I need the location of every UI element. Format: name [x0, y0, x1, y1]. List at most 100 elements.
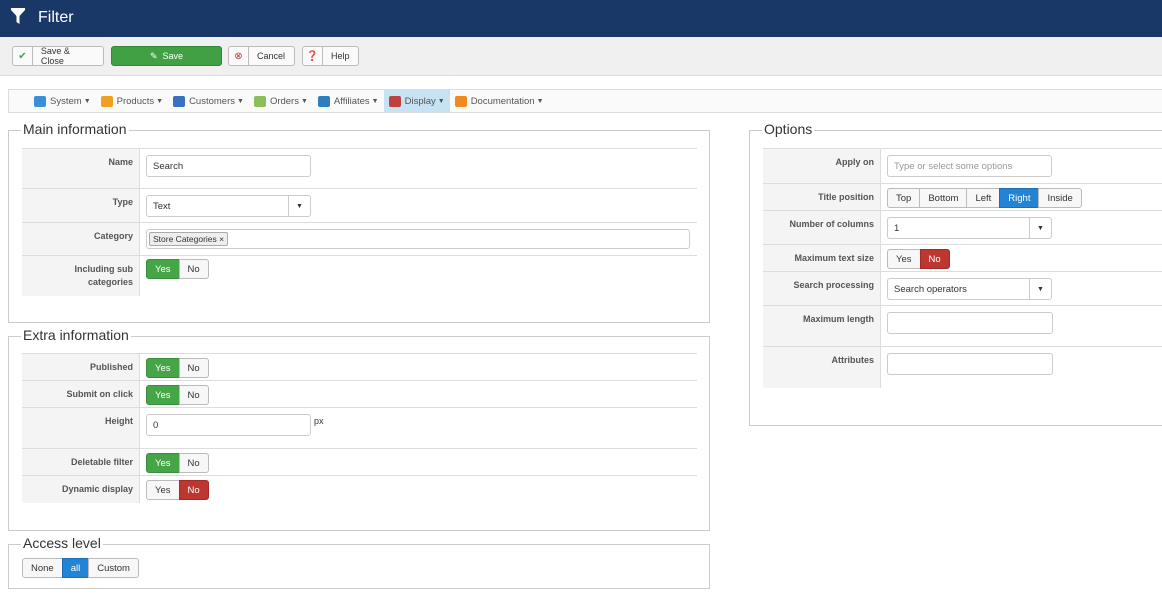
menu-item-system[interactable]: System ▼	[29, 90, 96, 112]
access-custom[interactable]: Custom	[88, 558, 139, 578]
caret-down-icon: ▼	[156, 97, 164, 105]
position-left[interactable]: Left	[966, 188, 1001, 208]
customers-icon	[173, 95, 186, 107]
category-tag: Store Categories ×	[149, 232, 229, 246]
search-processing-label: Search processing	[763, 272, 881, 305]
page-header: Filter	[0, 0, 1162, 37]
published-label: Published	[22, 354, 140, 380]
no-option[interactable]: No	[178, 385, 209, 405]
columns-select[interactable]: 1 ▼	[887, 217, 1052, 239]
access-level-fieldset: Access level None all Custom	[8, 535, 710, 589]
menu-label: Orders	[269, 95, 299, 107]
position-bottom[interactable]: Bottom	[919, 188, 968, 208]
no-option[interactable]: No	[178, 453, 209, 473]
extra-information-fieldset: Extra information Published Yes No Submit…	[8, 327, 710, 531]
documentation-icon	[454, 95, 467, 107]
remove-tag-icon[interactable]: ×	[219, 234, 224, 244]
columns-value: 1	[894, 223, 900, 234]
save-close-button[interactable]: ✔ Save & Close	[12, 46, 104, 66]
attributes-input[interactable]	[887, 353, 1053, 375]
search-processing-select[interactable]: Search operators ▼	[887, 278, 1052, 300]
apply-on-label: Apply on	[763, 149, 881, 183]
max-length-input[interactable]	[887, 312, 1053, 334]
main-information-fieldset: Main information Name Search Type Text ▼ …	[8, 121, 710, 323]
title-position-row: Title position Top Bottom Left Right Inside	[763, 184, 1162, 211]
affiliates-icon	[317, 95, 330, 107]
chevron-down-icon: ▼	[1029, 279, 1051, 299]
search-processing-value: Search operators	[894, 284, 967, 295]
yes-option[interactable]: Yes	[146, 358, 180, 378]
yes-option[interactable]: Yes	[146, 385, 180, 405]
access-level-group[interactable]: None all Custom	[22, 558, 139, 578]
menu-label: Affiliates	[333, 95, 370, 107]
max-text-toggle[interactable]: Yes No	[887, 249, 950, 269]
options-fieldset: Options Apply on Type or select some opt…	[749, 121, 1162, 426]
caret-down-icon: ▼	[237, 97, 244, 105]
published-toggle[interactable]: Yes No	[146, 358, 209, 378]
edit-icon: ✎	[149, 50, 158, 61]
menu-item-customers[interactable]: Customers ▼	[168, 90, 249, 112]
height-input[interactable]: 0	[146, 414, 311, 436]
search-processing-row: Search processing Search operators ▼	[763, 272, 1162, 306]
submit-label: Submit on click	[22, 381, 140, 407]
products-icon	[100, 95, 113, 107]
submit-toggle[interactable]: Yes No	[146, 385, 209, 405]
max-text-label: Maximum text size	[763, 245, 881, 271]
position-inside[interactable]: Inside	[1038, 188, 1082, 208]
cancel-label: Cancel	[257, 51, 286, 61]
help-label: Help	[331, 51, 350, 61]
dynamic-label: Dynamic display	[22, 476, 140, 503]
no-option[interactable]: No	[178, 480, 209, 500]
page-title: Filter	[38, 9, 74, 26]
sub-categories-toggle[interactable]: Yes No	[146, 259, 209, 279]
sub-categories-label: Including sub categories	[22, 256, 140, 296]
menu-item-orders[interactable]: Orders ▼	[249, 90, 313, 112]
cancel-button[interactable]: ⊗ Cancel	[228, 46, 295, 66]
position-top[interactable]: Top	[887, 188, 921, 208]
category-label: Category	[22, 223, 140, 255]
section-title: Main information	[21, 121, 129, 137]
options-table: Apply on Type or select some options Tit…	[763, 148, 1162, 388]
toolbar: ✔ Save & Close ✎ Save ⊗ Cancel ❓ Help	[0, 37, 1162, 76]
yes-option[interactable]: Yes	[146, 453, 180, 473]
menu-item-products[interactable]: Products ▼	[96, 90, 168, 112]
chevron-down-icon: ▼	[1029, 218, 1051, 238]
category-row: Category Store Categories ×	[22, 223, 697, 256]
main-information-table: Name Search Type Text ▼ Category Store Ca…	[22, 148, 697, 296]
cancel-icon: ⊗	[229, 47, 249, 65]
section-title: Access level	[21, 535, 103, 551]
access-none[interactable]: None	[22, 558, 63, 578]
published-row: Published Yes No	[22, 354, 697, 381]
title-position-group[interactable]: Top Bottom Left Right Inside	[887, 188, 1082, 208]
category-input[interactable]: Store Categories ×	[146, 229, 690, 249]
main-menu: System ▼ Products ▼ Customers ▼ Orders ▼ Affilia…	[8, 89, 1162, 113]
name-input[interactable]: Search	[146, 155, 311, 177]
type-select[interactable]: Text ▼	[146, 195, 311, 217]
menu-label: Display	[404, 95, 436, 107]
yes-option[interactable]: Yes	[146, 259, 180, 279]
name-label: Name	[22, 149, 140, 188]
access-all[interactable]: all	[61, 558, 90, 578]
caret-down-icon: ▼	[83, 97, 91, 105]
position-right[interactable]: Right	[999, 188, 1040, 208]
apply-on-input[interactable]: Type or select some options	[887, 155, 1052, 177]
menu-item-display[interactable]: Display ▼	[383, 90, 450, 112]
type-value: Text	[153, 201, 171, 212]
save-button[interactable]: ✎ Save	[111, 46, 222, 66]
deletable-toggle[interactable]: Yes No	[146, 453, 209, 473]
yes-option[interactable]: Yes	[146, 480, 180, 500]
px-unit: px	[314, 416, 324, 426]
height-label: Height	[22, 408, 140, 448]
caret-down-icon: ▼	[437, 97, 445, 105]
check-icon: ✔	[13, 47, 33, 65]
no-option[interactable]: No	[919, 249, 950, 269]
menu-item-documentation[interactable]: Documentation ▼	[450, 90, 549, 112]
no-option[interactable]: No	[178, 259, 209, 279]
no-option[interactable]: No	[178, 358, 209, 378]
caret-down-icon: ▼	[300, 97, 308, 105]
section-title: Extra information	[21, 327, 131, 343]
dynamic-toggle[interactable]: Yes No	[146, 480, 209, 500]
yes-option[interactable]: Yes	[887, 249, 921, 269]
menu-item-affiliates[interactable]: Affiliates ▼	[313, 90, 384, 112]
help-button[interactable]: ❓ Help	[302, 46, 359, 66]
